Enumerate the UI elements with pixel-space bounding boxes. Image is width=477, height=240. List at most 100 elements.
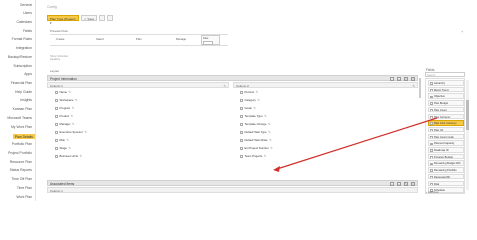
fields-list-item[interactable]: Program Budget: [428, 153, 464, 160]
edit-icon[interactable]: ✎: [264, 154, 266, 158]
field-checkbox[interactable]: [55, 98, 58, 102]
save-button[interactable]: ✓ Save: [81, 14, 98, 21]
pencil-icon[interactable]: ✎: [223, 84, 226, 88]
field-checkbox[interactable]: [430, 162, 433, 165]
fields-list-item[interactable]: Planned Capacity: [428, 140, 464, 146]
scroll-thumb[interactable]: [466, 100, 469, 130]
sidebar-item-calendars[interactable]: Calendars: [17, 20, 32, 24]
fields-list-item[interactable]: Plan Cost Currency: [428, 120, 464, 126]
sidebar-item-status-reports[interactable]: Status Reports: [10, 168, 32, 172]
fields-list-item[interactable]: Metric Trend: [428, 86, 464, 93]
sidebar-item-time-plan[interactable]: Time Plan: [17, 186, 32, 190]
layout-field[interactable]: Program ✎: [55, 106, 74, 110]
fields-list-item[interactable]: Plan Currency: [428, 113, 464, 119]
field-checkbox[interactable]: [430, 149, 433, 152]
edit-icon[interactable]: ✎: [84, 130, 86, 134]
field-checkbox[interactable]: [55, 146, 58, 150]
collapse-icon[interactable]: –: [390, 77, 394, 81]
layout-field[interactable]: Default Task Mode ✎: [240, 138, 271, 142]
add-new-field-button[interactable]: + Add New: [426, 191, 439, 194]
layout-field[interactable]: Template Change ✎: [240, 122, 270, 126]
edit-icon[interactable]: ✎: [75, 98, 77, 102]
expand-icon[interactable]: +: [397, 77, 401, 81]
edit-icon[interactable]: ✎: [66, 138, 68, 142]
collapse-icon[interactable]: –: [390, 182, 394, 186]
field-checkbox[interactable]: [240, 98, 243, 102]
layout-field[interactable]: Template Type ✎: [240, 114, 266, 118]
field-checkbox[interactable]: [430, 115, 433, 119]
field-checkbox[interactable]: [55, 114, 58, 118]
field-checkbox[interactable]: [240, 106, 243, 110]
field-checkbox[interactable]: [430, 95, 433, 98]
edit-icon[interactable]: ✎: [257, 98, 259, 102]
layout-field[interactable]: Business Units ✎: [55, 154, 82, 158]
main-scrollbar[interactable]: [419, 78, 421, 98]
field-checkbox[interactable]: [55, 122, 58, 126]
field-checkbox[interactable]: [55, 130, 58, 134]
sidebar-item-financial-plan[interactable]: Financial Plan: [11, 81, 32, 85]
sidebar-item-format-rules[interactable]: Format Rules: [12, 37, 32, 41]
fields-list-item[interactable]: Plan Budget: [428, 100, 464, 106]
field-checkbox[interactable]: [430, 155, 433, 159]
expand-icon[interactable]: +: [397, 182, 401, 186]
sidebar-item-integration[interactable]: Integration: [16, 46, 32, 50]
settings-icon[interactable]: [107, 14, 114, 21]
layout-field[interactable]: Manager ✎: [55, 122, 74, 126]
sidebar-item-microsoft-teams[interactable]: Microsoft Teams: [7, 116, 32, 120]
edit-icon[interactable]: ✎: [256, 90, 258, 94]
add-icon[interactable]: +: [461, 29, 463, 34]
field-checkbox[interactable]: [430, 176, 433, 179]
edit-icon[interactable]: ✎: [68, 146, 70, 150]
sidebar-item-backup-restore[interactable]: Backup/Restore: [8, 55, 32, 59]
edit-icon[interactable]: ✎: [404, 77, 408, 81]
layout-field[interactable]: Executive Sponsor ✎: [55, 130, 87, 134]
field-checkbox[interactable]: [430, 142, 433, 145]
pencil-icon[interactable]: ✎: [412, 84, 415, 88]
edit-icon[interactable]: ✎: [268, 122, 270, 126]
field-checkbox[interactable]: [430, 169, 433, 172]
field-checkbox[interactable]: [240, 138, 243, 142]
fields-list-item[interactable]: Hierarchy: [428, 80, 464, 86]
sidebar-item-help-guide[interactable]: Help Guide: [15, 90, 32, 94]
field-checkbox[interactable]: [430, 135, 433, 139]
delete-icon[interactable]: ✕: [411, 182, 415, 186]
plan-type-select[interactable]: Plan Type (Project) ▾: [47, 14, 79, 25]
field-checkbox[interactable]: [55, 138, 58, 142]
field-checkbox[interactable]: [240, 122, 243, 126]
field-checkbox[interactable]: [430, 122, 433, 125]
edit-icon[interactable]: ✎: [264, 114, 266, 118]
field-checkbox[interactable]: [430, 102, 433, 105]
field-checkbox[interactable]: [430, 129, 433, 132]
fields-list-item[interactable]: Remaining Portfolio: [428, 167, 464, 173]
sidebar-item-plan-details[interactable]: Plan Details: [12, 134, 35, 140]
fields-list-item[interactable]: Remaining Budget Wrk: [428, 160, 464, 166]
fields-search-input[interactable]: Search: [425, 72, 465, 77]
field-checkbox[interactable]: [430, 88, 433, 92]
sidebar-item-apps[interactable]: Apps: [24, 72, 32, 76]
sidebar-item-portfolio-plan[interactable]: Portfolio Plan: [12, 142, 32, 146]
layout-field[interactable]: Stage ✎: [55, 146, 71, 150]
layout-field[interactable]: Default Task Type ✎: [240, 130, 270, 134]
field-checkbox[interactable]: [430, 82, 433, 85]
copy-icon[interactable]: [99, 14, 106, 21]
fields-list-item[interactable]: Roadmap ID: [428, 147, 464, 153]
field-checkbox[interactable]: [240, 114, 243, 118]
fields-list-item[interactable]: Risk: [428, 180, 464, 186]
date-field[interactable]: Date: [201, 35, 220, 45]
fields-list-item[interactable]: Objective: [428, 93, 464, 99]
fields-list-item[interactable]: Requested By: [428, 173, 464, 180]
fields-list-item[interactable]: Plan Count Code: [428, 133, 464, 140]
field-checkbox[interactable]: [55, 106, 58, 110]
layout-field[interactable]: Goals ✎: [240, 106, 256, 110]
layout-field[interactable]: Workspace ✎: [55, 98, 77, 102]
sidebar-item-fields[interactable]: Fields: [23, 29, 32, 33]
edit-icon[interactable]: ✎: [253, 106, 255, 110]
edit-icon[interactable]: ✎: [268, 130, 270, 134]
field-checkbox[interactable]: [55, 154, 58, 158]
edit-icon[interactable]: ✎: [72, 122, 74, 126]
sidebar-item-insights[interactable]: Insights: [20, 98, 32, 102]
field-checkbox[interactable]: [240, 130, 243, 134]
fields-list-item[interactable]: Plan Count: [428, 106, 464, 113]
sidebar-item-subscription[interactable]: Subscription: [13, 64, 32, 68]
layout-field[interactable]: Team Projects ✎: [240, 154, 266, 158]
